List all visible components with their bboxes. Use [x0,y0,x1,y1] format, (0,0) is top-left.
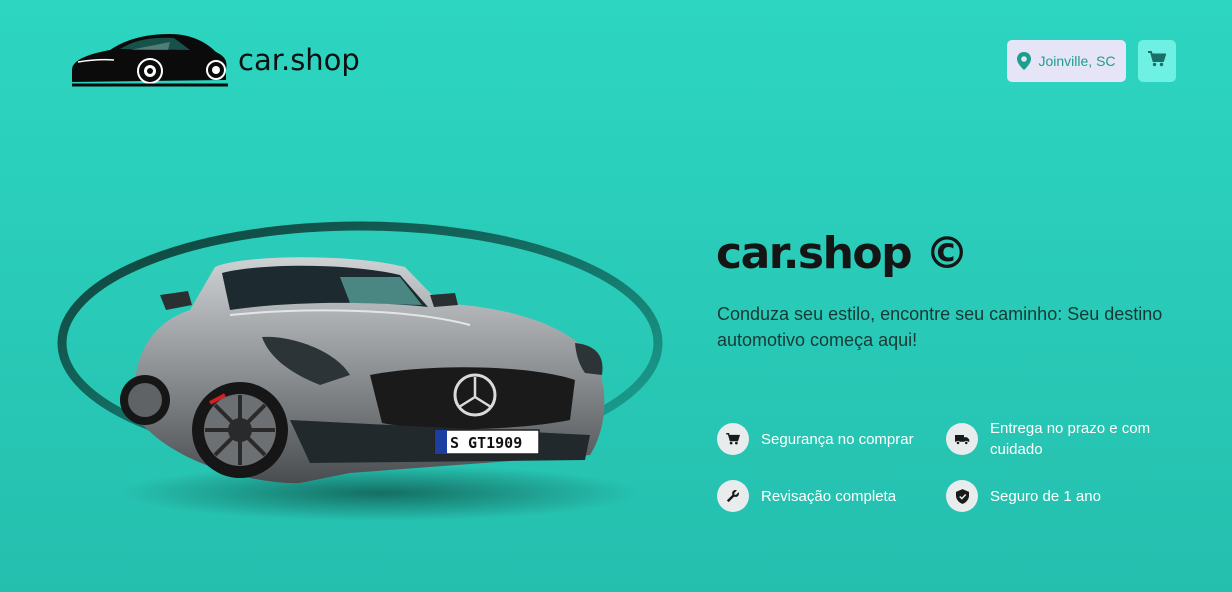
location-button[interactable]: Joinville, SC [1007,40,1126,82]
feature-label: Segurança no comprar [761,430,914,448]
cart-icon [717,423,749,455]
header: car.shop Joinville, SC [0,0,1232,110]
shield-icon [946,480,978,512]
car-logo-icon [72,34,228,87]
feature-item: Seguro de 1 ano [946,480,1101,512]
truck-icon [946,423,978,455]
hero-car-image: S GT1909 [50,215,670,525]
map-pin-icon [1017,52,1032,70]
hero-title: car.shop © [716,228,969,279]
feature-item: Revisação completa [717,480,896,512]
cart-icon [1148,50,1167,72]
hero-subtitle: Conduza seu estilo, encontre seu caminho… [717,304,1163,350]
location-label: Joinville, SC [1038,53,1116,69]
license-plate: S GT1909 [450,434,522,452]
feature-label: Revisação completa [761,487,897,505]
wrench-icon [717,480,749,512]
feature-label: Entrega no prazo e com cuidado [990,420,1151,458]
feature-item: Segurança no comprar [717,423,914,455]
cart-button[interactable] [1138,40,1176,82]
feature-label: Seguro de 1 ano [990,487,1101,505]
brand-name: car.shop [238,43,360,77]
brand-logo[interactable]: car.shop [70,30,360,90]
feature-item: Entrega no prazo e com cuidado [946,418,1166,460]
